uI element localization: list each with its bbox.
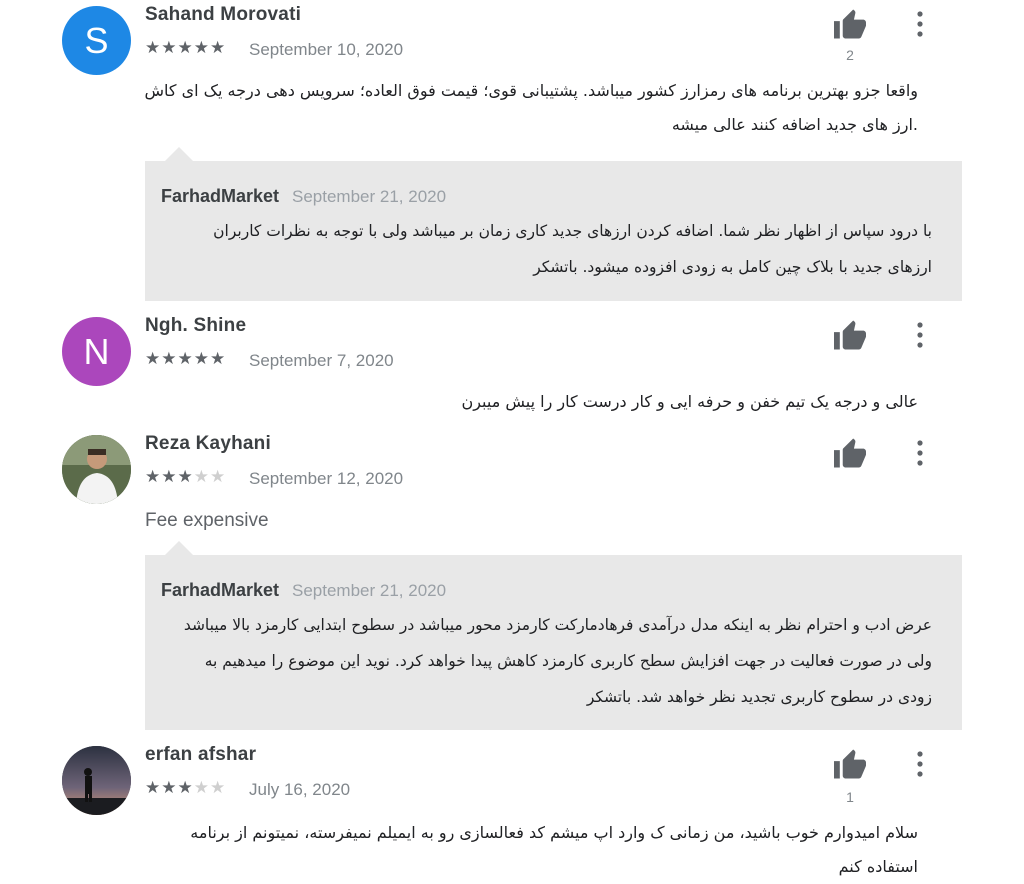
star-icon: ★ <box>177 778 194 797</box>
reviewer-name: erfan afshar <box>145 744 257 765</box>
star-icon: ★ <box>161 778 178 797</box>
reply-text-line: ارزهای جدید با بلاک چین کامل به زودی افز… <box>533 258 932 276</box>
star-icon: ★ <box>145 349 162 368</box>
star-icon: ★ <box>193 778 210 797</box>
more-vert-icon[interactable] <box>912 321 928 349</box>
profile-photo <box>62 746 131 815</box>
avatar <box>62 746 131 815</box>
star-rating: ★★★★★ <box>145 778 226 798</box>
star-icon: ★ <box>145 38 162 57</box>
star-icon: ★ <box>193 38 210 57</box>
thumbs-up-icon[interactable] <box>832 8 868 40</box>
review-text: عالی و درجه یک تیم خفن و حرفه ایی و کار … <box>138 385 918 419</box>
reply-arrow <box>165 147 193 161</box>
review-text: سلام امیدوارم خوب باشید، من زمانی ک وارد… <box>138 816 918 884</box>
like-count: 2 <box>846 47 854 63</box>
reply-author: FarhadMarket <box>161 186 280 206</box>
star-icon: ★ <box>177 38 194 57</box>
reply-text-line: ولی در صورت فعالیت در جهت افزایش سطح کار… <box>204 652 932 670</box>
star-icon: ★ <box>161 38 178 57</box>
review-text-line: واقعا جزو بهترین برنامه های رمزارز کشور … <box>144 81 918 100</box>
reply-arrow <box>165 541 193 555</box>
reply-text-line: زودی در سطوح کاربری تجدید نظر خواهد شد. … <box>586 688 932 706</box>
reply-author: FarhadMarket <box>161 580 280 600</box>
star-rating: ★★★★★ <box>145 38 226 58</box>
star-icon: ★ <box>161 349 178 368</box>
star-icon: ★ <box>145 778 162 797</box>
reply-date: September 21, 2020 <box>292 187 447 206</box>
thumbs-up-icon[interactable] <box>832 748 868 780</box>
more-vert-icon[interactable] <box>912 439 928 467</box>
avatar: N <box>62 317 131 386</box>
thumbs-up-icon[interactable] <box>832 437 868 469</box>
reply-date: September 21, 2020 <box>292 581 447 600</box>
star-rating: ★★★★★ <box>145 349 226 369</box>
avatar <box>62 435 131 504</box>
star-icon: ★ <box>210 778 227 797</box>
star-icon: ★ <box>161 467 178 486</box>
review-date: September 10, 2020 <box>249 40 404 59</box>
star-icon: ★ <box>177 467 194 486</box>
reply-text-line: با درود سپاس از اظهار نظر شما. اضافه کرد… <box>213 222 932 240</box>
reply-text-line: عرض ادب و احترام نظر به اینکه مدل درآمدی… <box>183 616 932 634</box>
review-date: September 12, 2020 <box>249 469 404 488</box>
reply-text: عرض ادب و احترام نظر به اینکه مدل درآمدی… <box>157 607 932 715</box>
star-icon: ★ <box>210 38 227 57</box>
profile-photo <box>62 435 131 504</box>
review-text-line: سلام امیدوارم خوب باشید، من زمانی ک وارد… <box>190 823 918 876</box>
star-icon: ★ <box>177 349 194 368</box>
avatar-letter: N <box>83 330 110 372</box>
star-icon: ★ <box>193 467 210 486</box>
review-text: واقعا جزو بهترین برنامه های رمزارز کشور … <box>138 74 918 142</box>
star-icon: ★ <box>145 467 162 486</box>
developer-reply: FarhadMarket September 21, 2020 با درود … <box>145 147 962 301</box>
more-vert-icon[interactable] <box>912 750 928 778</box>
avatar-letter: S <box>84 19 109 61</box>
review-date: July 16, 2020 <box>249 780 351 799</box>
review-text-line: عالی و درجه یک تیم خفن و حرفه ایی و کار … <box>461 392 918 411</box>
reply-text: با درود سپاس از اظهار نظر شما. اضافه کرد… <box>157 213 932 285</box>
avatar: S <box>62 6 131 75</box>
review-text-line: .ارز های جدید اضافه کنند عالی میشه <box>671 115 918 134</box>
review-date: September 7, 2020 <box>249 351 394 370</box>
reviewer-name: Ngh. Shine <box>145 315 247 336</box>
review-text: Fee expensive <box>145 510 269 531</box>
reviewer-name: Reza Kayhani <box>145 433 271 454</box>
star-icon: ★ <box>210 467 227 486</box>
reviewer-name: Sahand Morovati <box>145 4 302 25</box>
star-rating: ★★★★★ <box>145 467 226 487</box>
like-count: 1 <box>846 789 854 805</box>
star-icon: ★ <box>210 349 227 368</box>
star-icon: ★ <box>193 349 210 368</box>
more-vert-icon[interactable] <box>912 10 928 38</box>
thumbs-up-icon[interactable] <box>832 319 868 351</box>
developer-reply: FarhadMarket September 21, 2020 عرض ادب … <box>145 541 962 730</box>
